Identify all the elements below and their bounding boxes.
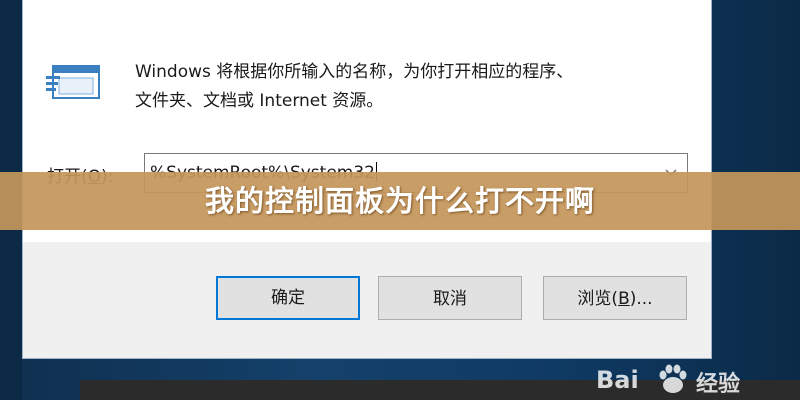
cancel-button[interactable]: 取消	[378, 276, 522, 320]
run-dialog-icon	[46, 65, 100, 99]
browse-button-accelerator: B	[618, 289, 630, 309]
cancel-button-label: 取消	[433, 289, 467, 309]
title-banner: 我的控制面板为什么打不开啊	[0, 172, 800, 230]
browse-button-label: 浏览	[577, 289, 612, 309]
baidu-watermark: Bai 经验	[596, 360, 800, 400]
ok-button[interactable]: 确定	[216, 276, 360, 320]
browse-button[interactable]: 浏览(B)...	[543, 276, 687, 320]
banner-title: 我的控制面板为什么打不开啊	[204, 184, 595, 218]
watermark-brand: Bai	[596, 366, 639, 394]
dialog-description: Windows 将根据你所输入的名称，为你打开相应的程序、 文件夹、文档或 In…	[135, 58, 695, 116]
baidu-paw-icon	[659, 364, 687, 393]
watermark-suffix: 经验	[696, 372, 741, 397]
description-line-2: 文件夹、文档或 Internet 资源。	[135, 91, 384, 111]
description-line-1: Windows 将根据你所输入的名称，为你打开相应的程序、	[135, 62, 574, 82]
ok-button-label: 确定	[271, 288, 305, 308]
